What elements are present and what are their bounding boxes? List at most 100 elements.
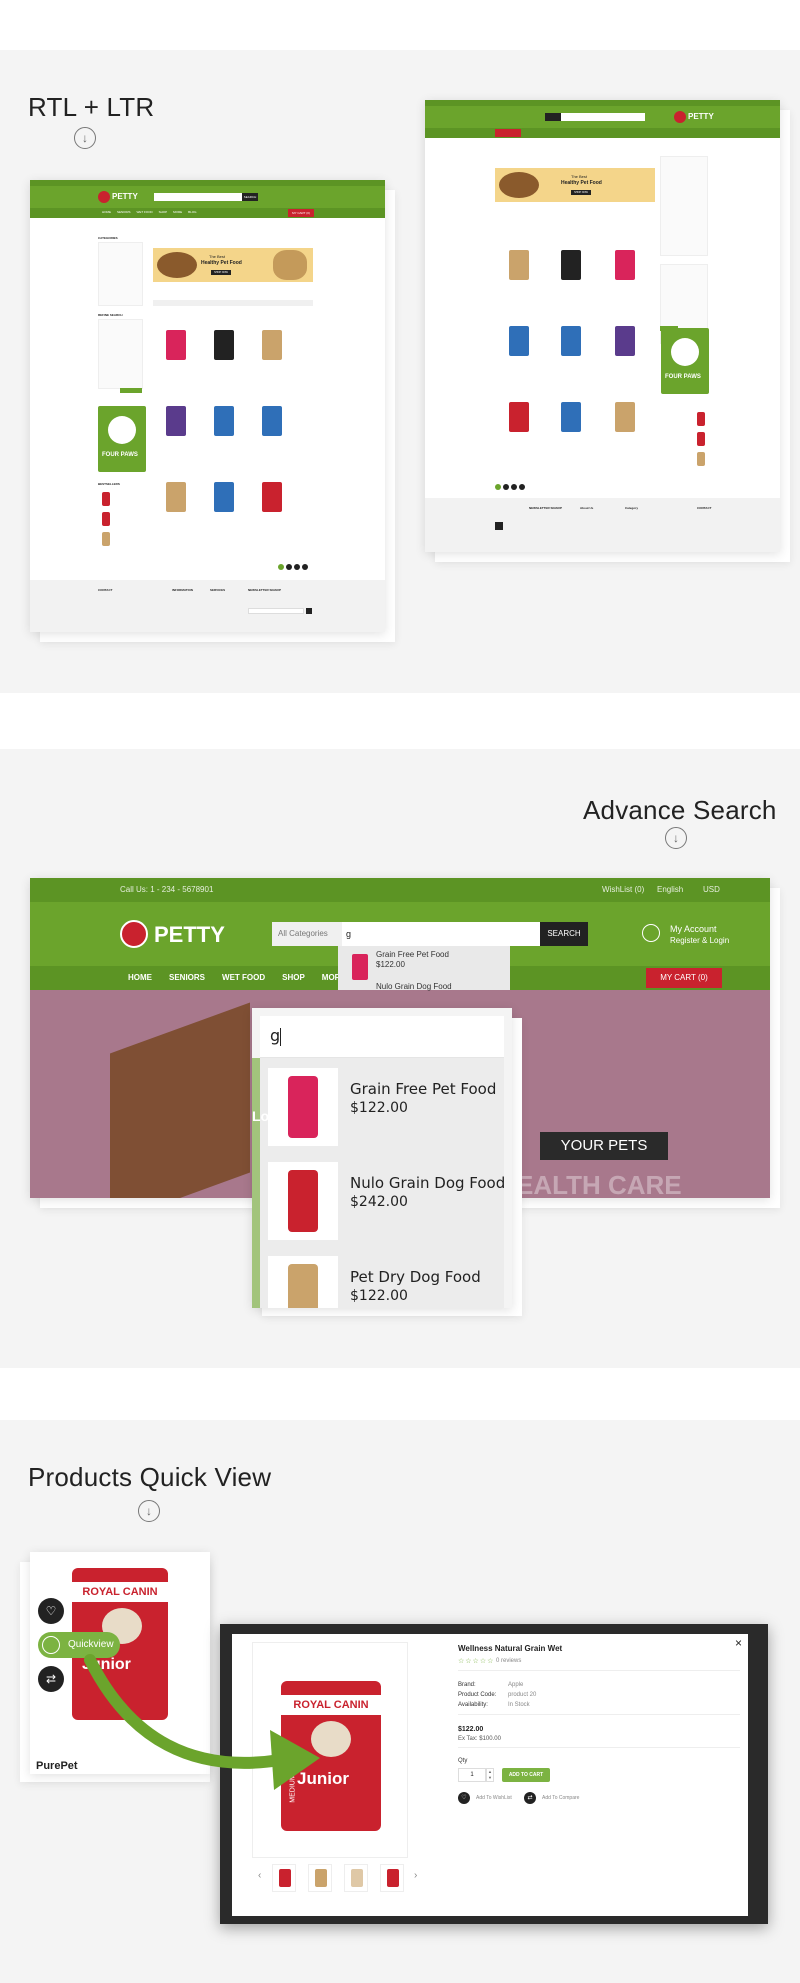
hero-partial-text: Lo [252,1108,270,1124]
rtl-store-screenshot: PETTY FOUR PAWS The Best Healthy Pet Foo… [425,100,780,552]
result-name[interactable]: Nulo Grain Dog Food [350,1174,505,1192]
ltr-footer: CONTACT INFORMATION SERVICES NEWSLETTER … [30,580,385,632]
ltr-nav-item[interactable]: WET FOOD [137,210,153,214]
thumbnail[interactable] [380,1864,404,1892]
topbar-phone: Call Us: 1 - 234 - 5678901 [120,885,214,894]
result-name[interactable]: Grain Free Pet Food [376,950,449,959]
field-value: In Stock [508,1702,530,1708]
topbar-wishlist[interactable]: WishList (0) [602,885,644,894]
compare-icon[interactable]: ⇄ [38,1666,64,1692]
star-rating-icon: ☆☆☆☆☆ [458,1658,495,1665]
thumb-next-icon[interactable]: › [414,1870,417,1881]
result-price: $122.00 [350,1100,408,1116]
search-result-item[interactable]: Pet Dry Dog Food $122.00 [260,1250,512,1308]
qty-input[interactable]: 1 [458,1768,486,1782]
account-title[interactable]: My Account [670,924,717,934]
topbar-currency[interactable]: USD [703,885,720,894]
ltr-nav-item[interactable]: BLOG [188,210,196,214]
ltr-sidebar-title: CATEGORIES [98,236,118,240]
hero-cta[interactable]: YOUR PETS [540,1132,668,1160]
rtl-banner: The Best Healthy Pet Food SHOP NOW [495,168,655,202]
logo-icon [674,111,686,123]
add-wishlist-link[interactable]: Add To WishList [476,1795,512,1801]
rtl-four-paws-banner: FOUR PAWS [661,328,709,394]
result-name[interactable]: Grain Free Pet Food [350,1080,496,1098]
compare-icon[interactable]: ⇄ [524,1792,536,1804]
ltr-nav-item[interactable]: HOME [102,210,111,214]
rtl-footer: NEWSLETTER SIGNUP About Us Category CONT… [425,498,780,552]
ltr-sidebar-title: BESTSELLERS [98,482,120,486]
thumb-prev-icon[interactable]: ‹ [258,1870,261,1881]
arrow-down-circle-icon: ↓ [74,127,96,149]
search-brand: PETTY [154,922,225,947]
section-title-rtl: RTL + LTR [28,92,155,122]
add-compare-link[interactable]: Add To Compare [542,1795,579,1801]
eye-icon [42,1636,60,1654]
section-title-search: Advance Search [583,795,777,825]
nav-wet-food[interactable]: WET FOOD [222,973,265,982]
field-value: Apple [508,1682,524,1688]
nav-seniors[interactable]: SENIORS [169,973,205,982]
result-price: $122.00 [350,1288,408,1304]
search-results-zoom: g Grain Free Pet Food $122.00 Nulo Grain… [252,1008,512,1308]
spacer-2 [0,693,800,749]
product-price: $122.00 [458,1726,484,1733]
product-name: Wellness Natural Grain Wet [458,1644,563,1653]
qty-label: Qty [458,1758,468,1764]
spacer-3 [0,1368,800,1420]
modal-close-icon[interactable]: × [735,1636,742,1650]
ltr-search-button[interactable]: SEARCH [242,193,258,201]
logo-icon [98,191,110,203]
account-sub[interactable]: Register & Login [670,936,729,945]
search-result-item[interactable]: Nulo Grain Dog Food $242.00 [260,1156,512,1246]
category-select[interactable]: All Categories [272,922,342,946]
zoom-search-input[interactable]: g [260,1016,504,1058]
search-dropdown-back: Grain Free Pet Food $122.00 Nulo Grain D… [338,946,510,991]
user-icon[interactable] [642,924,660,942]
ltr-brand: PETTY [112,192,138,201]
header-search-button[interactable]: SEARCH [540,922,588,946]
result-price: $242.00 [350,1194,408,1210]
ltr-nav: HOME SENIORS WET FOOD SHOP MORE BLOG [102,210,197,214]
nav-home[interactable]: HOME [128,973,152,982]
field-label: Product Code: [458,1692,497,1698]
ltr-sidebar-title: REFINE SEARCH [98,313,123,317]
cart-button[interactable]: MY CART (0) [646,968,722,988]
main-nav: HOME SENIORS WET FOOD SHOP MORE BL [128,973,373,982]
rtl-brand: PETTY [688,112,714,121]
ex-tax: Ex Tax: $100.00 [458,1736,501,1742]
wishlist-icon[interactable]: ♡ [38,1598,64,1624]
add-to-cart-button[interactable]: ADD TO CART [502,1768,550,1782]
ltr-nav-item[interactable]: SENIORS [117,210,131,214]
thumbnail[interactable] [308,1864,332,1892]
topbar-language[interactable]: English [657,885,683,894]
ltr-four-paws-banner: FOUR PAWS [98,406,146,472]
thumbnail[interactable] [272,1864,296,1892]
ltr-nav-item[interactable]: MORE [173,210,182,214]
result-name[interactable]: Pet Dry Dog Food [350,1268,481,1286]
arrow-down-circle-icon: ↓ [138,1500,160,1522]
wishlist-icon[interactable]: ♡ [458,1792,470,1804]
search-result-item[interactable]: Grain Free Pet Food $122.00 [260,1062,512,1152]
reviews-link[interactable]: 0 reviews [496,1658,521,1664]
logo-icon [120,920,148,948]
ltr-nav-item[interactable]: SHOP [159,210,168,214]
hero-heading: EALTH CARE [516,1170,682,1198]
result-name[interactable]: Nulo Grain Dog Food [376,982,452,991]
product-card-title[interactable]: PurePet [36,1760,78,1772]
arrow-down-circle-icon: ↓ [665,827,687,849]
ltr-banner: The Best Healthy Pet Food SHOP NOW [153,248,313,282]
curved-arrow-icon [84,1654,320,1790]
qty-stepper[interactable]: ▲ ▼ [486,1768,494,1782]
thumbnail[interactable] [344,1864,368,1892]
header-search-input[interactable]: g [342,922,540,946]
ltr-cart-button[interactable]: MY CART (0) [288,209,314,217]
nav-shop[interactable]: SHOP [282,973,305,982]
ltr-store-screenshot: PETTY SEARCH HOME SENIORS WET FOOD SHOP … [30,180,385,632]
field-value: product 20 [508,1692,537,1698]
spacer-top [0,0,800,50]
result-price: $122.00 [376,960,405,969]
ltr-search-input[interactable] [154,193,254,201]
field-label: Brand: [458,1682,476,1688]
field-label: Availability: [458,1702,488,1708]
